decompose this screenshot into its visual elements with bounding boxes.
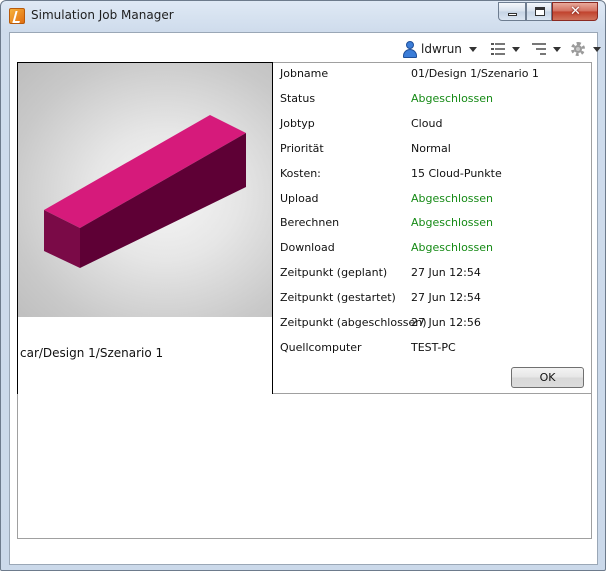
- sort-menu-button[interactable]: [532, 39, 561, 59]
- property-value: 27 Jun 12:54: [411, 266, 481, 279]
- status-value: Abgeschlossen: [411, 241, 493, 254]
- property-value: 15 Cloud-Punkte: [411, 167, 502, 180]
- property-row: Download Abgeschlossen: [280, 241, 588, 257]
- property-row: Zeitpunkt (gestartet) 27 Jun 12:54: [280, 291, 588, 307]
- job-details-panel: car/Design 1/Szenario 1 Jobname 01/Desig…: [17, 62, 592, 395]
- chevron-down-icon: [553, 46, 561, 52]
- user-menu-button[interactable]: ldwrun: [402, 39, 477, 59]
- app-logo-icon: [9, 8, 25, 24]
- app-window: Simulation Job Manager ✕ ldwrun car/Desi…: [0, 0, 606, 571]
- settings-menu-button[interactable]: [570, 39, 601, 59]
- chevron-down-icon: [512, 46, 520, 52]
- property-row: Status Abgeschlossen: [280, 92, 588, 108]
- client-area: ldwrun car/Design 1/Szenario 1 Jobname 0…: [9, 32, 601, 565]
- property-label: Zeitpunkt (geplant): [280, 266, 388, 279]
- property-row: Quellcomputer TEST-PC: [280, 341, 588, 357]
- minimize-button[interactable]: [498, 2, 526, 21]
- property-value: Normal: [411, 142, 451, 155]
- property-row: Zeitpunkt (geplant) 27 Jun 12:54: [280, 266, 588, 282]
- maximize-icon: [535, 7, 545, 16]
- property-value: 01/Design 1/Szenario 1: [411, 67, 539, 80]
- property-row: Berechnen Abgeschlossen: [280, 216, 588, 232]
- preview-caption: car/Design 1/Szenario 1: [20, 346, 164, 360]
- chevron-down-icon: [468, 46, 477, 52]
- property-row: Kosten: 15 Cloud-Punkte: [280, 167, 588, 183]
- chevron-down-icon: [593, 46, 601, 52]
- close-icon: ✕: [570, 4, 581, 19]
- toolbar: ldwrun: [402, 39, 601, 59]
- status-value: Abgeschlossen: [411, 192, 493, 205]
- property-row: Jobtyp Cloud: [280, 117, 588, 133]
- ok-button[interactable]: OK: [511, 367, 584, 388]
- property-value: 27 Jun 12:54: [411, 291, 481, 304]
- property-label: Jobtyp: [280, 117, 315, 130]
- property-label: Kosten:: [280, 167, 321, 180]
- model-thumbnail: [18, 63, 272, 317]
- status-value: Abgeschlossen: [411, 216, 493, 229]
- property-value: 27 Jun 12:56: [411, 316, 481, 329]
- property-label: Status: [280, 92, 316, 105]
- property-label: Download: [280, 241, 335, 254]
- property-label: Berechnen: [280, 216, 340, 229]
- property-label: Zeitpunkt (gestartet): [280, 291, 396, 304]
- property-value: TEST-PC: [411, 341, 456, 354]
- window-title: Simulation Job Manager: [31, 8, 174, 22]
- list-view-icon: [491, 43, 505, 55]
- property-row: Upload Abgeschlossen: [280, 192, 588, 208]
- minimize-icon: [508, 13, 517, 16]
- user-icon: [402, 40, 418, 58]
- sort-icon: [532, 43, 546, 55]
- title-bar[interactable]: Simulation Job Manager ✕: [1, 1, 605, 31]
- property-label: Priorität: [280, 142, 324, 155]
- view-menu-button[interactable]: [491, 39, 520, 59]
- property-value: Cloud: [411, 117, 443, 130]
- job-preview: car/Design 1/Szenario 1: [17, 62, 273, 395]
- box-model-image: [44, 115, 246, 268]
- user-name-label: ldwrun: [421, 42, 462, 56]
- close-button[interactable]: ✕: [552, 2, 598, 21]
- property-label: Quellcomputer: [280, 341, 362, 354]
- property-row: Priorität Normal: [280, 142, 588, 158]
- property-label: Zeitpunkt (abgeschlossen): [280, 316, 427, 329]
- property-row: Jobname 01/Design 1/Szenario 1: [280, 67, 588, 83]
- status-value: Abgeschlossen: [411, 92, 493, 105]
- property-label: Jobname: [280, 67, 329, 80]
- property-label: Upload: [280, 192, 319, 205]
- gear-icon: [570, 41, 586, 57]
- property-row: Zeitpunkt (abgeschlossen) 27 Jun 12:56: [280, 316, 588, 332]
- maximize-button[interactable]: [526, 2, 552, 21]
- job-list-area[interactable]: [17, 394, 592, 539]
